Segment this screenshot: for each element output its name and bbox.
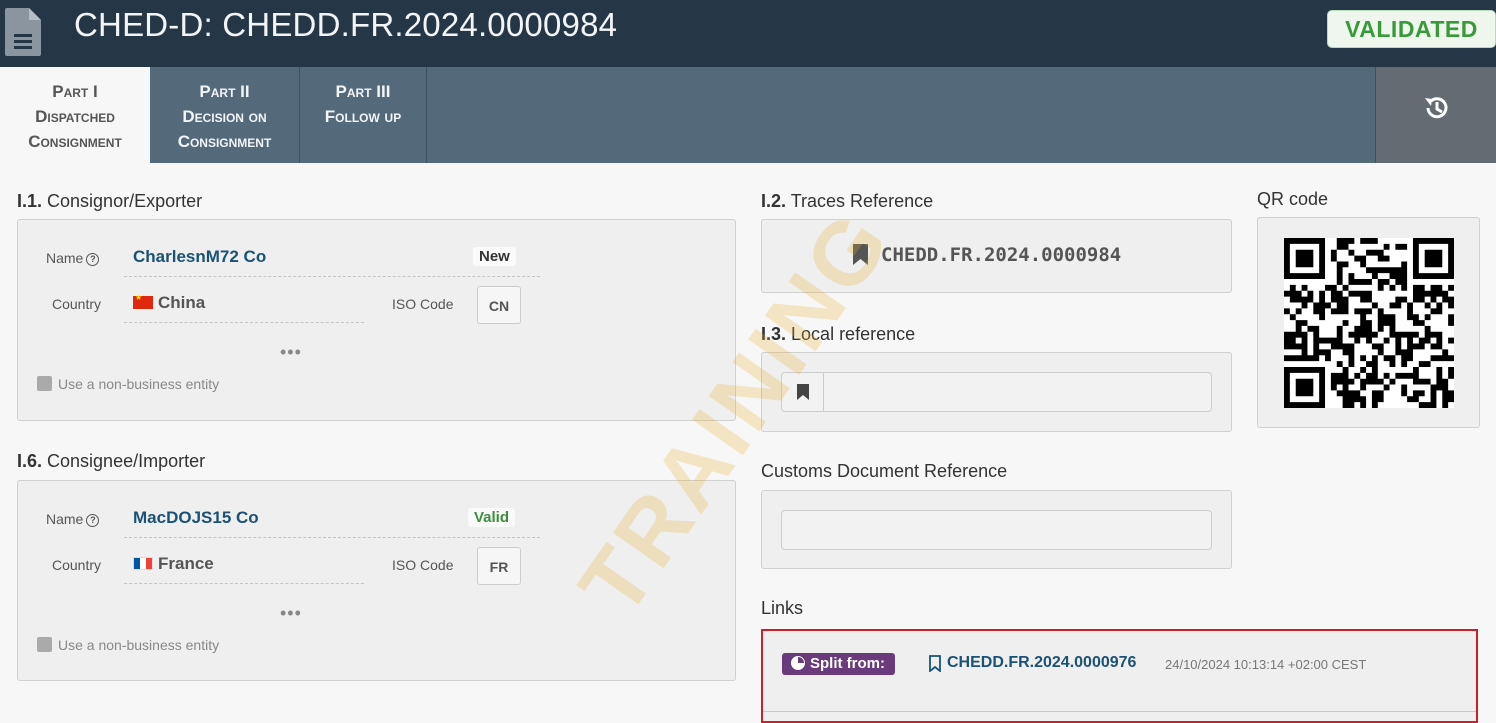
local-ref-addon xyxy=(782,373,824,411)
local-ref-panel xyxy=(761,352,1232,432)
traces-title: Traces Reference xyxy=(790,191,934,211)
china-flag-icon xyxy=(133,293,153,309)
status-badge-new: New xyxy=(473,247,516,266)
more-icon[interactable]: ••• xyxy=(280,603,302,624)
consignee-non-business-label: Use a non-business entity xyxy=(58,637,220,653)
consignor-iso-label: ISO Code xyxy=(392,296,454,312)
tab-part-2-sub: Decision on Consignment xyxy=(150,104,299,154)
consignor-num: I.1. xyxy=(17,191,43,211)
consignor-panel: Name? CharlesnM72 Co New Country China I… xyxy=(17,219,736,421)
consignee-non-business-checkbox[interactable]: Use a non-business entity xyxy=(37,637,219,653)
local-ref-heading: I.3. Local reference xyxy=(761,324,915,345)
tab-part-1-line3: Consignment xyxy=(28,132,122,151)
pie-chart-icon xyxy=(791,656,805,670)
help-icon[interactable]: ? xyxy=(86,514,100,527)
consignee-num: I.6. xyxy=(17,451,43,471)
consignor-country-field[interactable]: China xyxy=(124,293,364,323)
consignee-name-label: Name? xyxy=(46,511,100,527)
customs-panel xyxy=(761,490,1232,569)
consignor-iso-code: CN xyxy=(477,286,521,324)
history-button[interactable] xyxy=(1375,67,1496,163)
checkbox-icon[interactable] xyxy=(37,376,52,391)
history-icon xyxy=(1425,97,1448,119)
customs-heading: Customs Document Reference xyxy=(761,461,1008,481)
linked-ched-link[interactable]: CHEDD.FR.2024.0000976 xyxy=(947,654,1136,672)
tab-part-2[interactable]: Part II Decision on Consignment xyxy=(150,67,300,163)
qr-panel xyxy=(1257,217,1480,428)
tab-part-1-sub: Dispatched Consignment xyxy=(0,104,150,154)
help-icon[interactable]: ? xyxy=(86,253,100,266)
qr-heading: QR code xyxy=(1257,189,1329,209)
consignor-heading: I.1. Consignor/Exporter xyxy=(17,191,202,212)
split-from-badge: Split from: xyxy=(782,653,895,675)
consignee-heading: I.6. Consignee/Importer xyxy=(17,451,205,472)
consignee-iso-code: FR xyxy=(477,547,521,585)
bookmark-icon xyxy=(853,244,868,265)
consignor-non-business-checkbox[interactable]: Use a non-business entity xyxy=(37,376,219,392)
consignor-title: Consignor/Exporter xyxy=(47,191,203,211)
header-bar: CHED-D: CHEDD.FR.2024.0000984 VALIDATED xyxy=(0,0,1496,67)
tab-part-2-line3: Consignment xyxy=(177,132,272,151)
consignor-name[interactable]: CharlesnM72 Co xyxy=(133,247,266,266)
consignor-country: China xyxy=(158,293,206,312)
checkbox-icon[interactable] xyxy=(37,637,52,652)
tab-part-1-label: Part I xyxy=(52,82,98,101)
divider xyxy=(763,711,1476,712)
local-ref-num: I.3. xyxy=(761,324,787,344)
document-icon xyxy=(5,8,41,56)
tab-part-3-label: Part III xyxy=(335,82,391,101)
consignee-title: Consignee/Importer xyxy=(47,451,206,471)
traces-reference: CHEDD.FR.2024.0000984 xyxy=(881,244,1122,266)
status-badge-valid: Valid xyxy=(468,508,516,527)
bookmark-outline-icon xyxy=(929,655,941,672)
tab-part-3[interactable]: Part III Follow up xyxy=(300,67,427,163)
tab-part-1[interactable]: Part I Dispatched Consignment xyxy=(0,67,150,163)
consignee-name[interactable]: MacDOJS15 Co xyxy=(133,508,259,527)
consignor-name-label-text: Name xyxy=(46,250,84,266)
more-icon[interactable]: ••• xyxy=(280,342,302,363)
local-ref-title: Local reference xyxy=(791,324,916,344)
tab-bar: Part I Dispatched Consignment Part II Dec… xyxy=(0,67,1496,163)
tab-part-2-label: Part II xyxy=(199,82,250,101)
local-ref-field[interactable] xyxy=(781,372,1212,412)
consignee-iso-label: ISO Code xyxy=(392,557,454,573)
consignor-name-label: Name? xyxy=(46,250,100,266)
tab-part-2-line2: Decision on xyxy=(182,107,267,126)
links-heading: Links xyxy=(761,598,804,618)
consignee-country: France xyxy=(158,554,214,573)
linked-ched-date: 24/10/2024 10:13:14 +02:00 CEST xyxy=(1165,657,1367,672)
tab-part-3-line2: Follow up xyxy=(324,107,402,126)
traces-num: I.2. xyxy=(761,191,787,211)
links-panel: Split from: CHEDD.FR.2024.0000976 24/10/… xyxy=(761,629,1478,723)
customs-field[interactable] xyxy=(781,510,1212,550)
status-badge: VALIDATED xyxy=(1327,10,1496,48)
traces-panel: CHEDD.FR.2024.0000984 xyxy=(761,219,1232,293)
traces-heading: I.2. Traces Reference xyxy=(761,191,933,212)
consignee-country-field[interactable]: France xyxy=(124,554,364,584)
consignor-country-label: Country xyxy=(52,296,102,312)
tab-part-1-line2: Dispatched xyxy=(35,107,115,126)
page-title: CHED-D: CHEDD.FR.2024.0000984 xyxy=(74,6,618,43)
consignee-name-label-text: Name xyxy=(46,511,84,527)
qr-code-image xyxy=(1284,238,1454,408)
consignor-non-business-label: Use a non-business entity xyxy=(58,376,220,392)
consignee-panel: Name? MacDOJS15 Co Valid Country France … xyxy=(17,480,736,681)
france-flag-icon xyxy=(133,557,153,570)
bookmark-icon xyxy=(797,384,809,400)
consignee-country-label: Country xyxy=(52,557,102,573)
split-from-label: Split from: xyxy=(810,655,885,672)
